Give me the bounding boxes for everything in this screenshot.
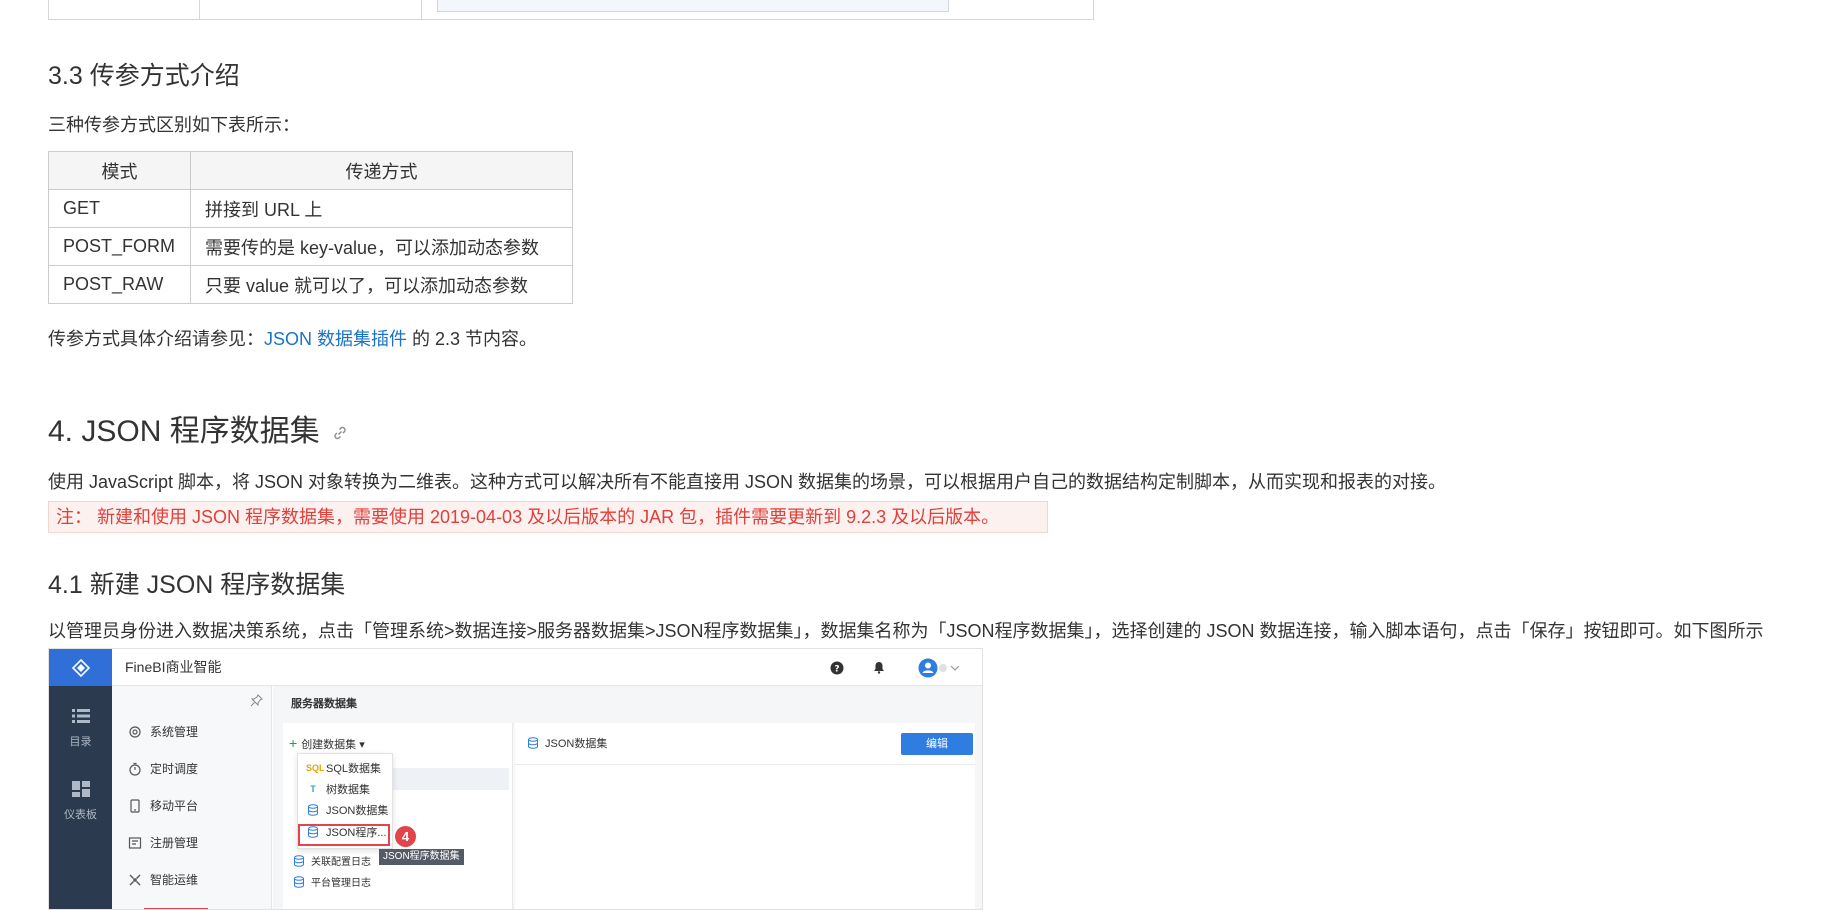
selected-row xyxy=(379,768,509,790)
section-4-1-description: 以管理员身份进入数据决策系统，点击「管理系统>数据连接>服务器数据集>JSON程… xyxy=(48,621,1764,641)
section-3-3-title: 3.3 传参方式介绍 xyxy=(48,62,240,90)
section-3-3-intro: 三种传参方式区别如下表所示： xyxy=(48,115,300,135)
table-cell: GET xyxy=(48,189,191,228)
dropdown-label: JSON数据集 xyxy=(326,805,389,817)
dataset-detail-panel: JSON数据集 编辑 xyxy=(515,723,975,909)
section-4-title: 4. JSON 程序数据集 xyxy=(48,406,348,450)
menu-item-mobile[interactable]: 移动平台 xyxy=(128,797,198,814)
tooltip: JSON程序数据集 xyxy=(379,849,464,865)
table-cell: 需要传的是 key-value，可以添加动态参数 xyxy=(190,227,573,266)
table-cell: 拼接到 URL 上 xyxy=(190,189,573,228)
app-brand: FineBI商业智能 xyxy=(125,659,222,675)
section-4-description: 使用 JavaScript 脚本，将 JSON 对象转换为二维表。这种方式可以解… xyxy=(48,472,1447,492)
register-icon xyxy=(128,836,142,849)
json-dataset-plugin-link[interactable]: JSON 数据集插件 xyxy=(264,329,407,349)
nav-label-catalog: 目录 xyxy=(69,736,92,748)
finebi-screenshot: FineBI商业智能 ? 目录 仪表板 系统管理 定时调度 移动平台 注册管理 … xyxy=(48,648,983,910)
app-content: 服务器数据集 + 创建数据集 ▾ SQL SQL数据集 T 树数据集 JSON数据集 … xyxy=(273,686,982,909)
menu-item-register[interactable]: 注册管理 xyxy=(128,834,198,851)
section-3-3-reference: 传参方式具体介绍请参见：JSON 数据集插件 的 2.3 节内容。 xyxy=(48,325,537,351)
timer-icon xyxy=(129,762,141,776)
dropdown-item-sql[interactable]: SQL SQL数据集 xyxy=(306,760,381,776)
table-cell: POST_FORM xyxy=(48,227,191,266)
menu-label: 移动平台 xyxy=(150,799,199,813)
menu-label: 系统管理 xyxy=(150,725,199,739)
tree-icon: T xyxy=(310,784,316,794)
version-note: 注： 新建和使用 JSON 程序数据集，需要使用 2019-04-03 及以后版… xyxy=(48,501,1048,533)
detail-title-label: JSON数据集 xyxy=(545,738,608,750)
dropdown-label: SQL数据集 xyxy=(326,763,382,775)
section-4-1-title: 4.1 新建 JSON 程序数据集 xyxy=(48,571,346,599)
list-item[interactable]: 关联配置日志 xyxy=(293,853,371,868)
create-dataset-label: 创建数据集 xyxy=(301,739,357,751)
menu-label: 定时调度 xyxy=(150,762,199,776)
menu-label: 注册管理 xyxy=(150,836,199,850)
nav-item-dashboard[interactable]: 仪表板 xyxy=(49,781,112,822)
previous-screenshot-fragment xyxy=(48,0,1094,20)
list-item-label: 平台管理日志 xyxy=(311,878,371,889)
svg-text:?: ? xyxy=(834,664,839,674)
table-row: GET 拼接到 URL 上 xyxy=(48,189,573,228)
mobile-icon xyxy=(130,798,140,813)
caret-down-icon: ▾ xyxy=(356,739,365,751)
gear-icon xyxy=(129,725,141,738)
table-row: POST_RAW 只要 value 就可以了，可以添加动态参数 xyxy=(48,265,573,304)
database-icon xyxy=(294,854,304,867)
detail-title: JSON数据集 xyxy=(527,735,607,751)
sql-icon: SQL xyxy=(306,763,325,773)
ops-icon xyxy=(129,874,141,885)
plus-icon: + xyxy=(289,735,298,751)
database-icon xyxy=(294,875,304,888)
list-item-label: 关联配置日志 xyxy=(311,857,371,868)
database-icon xyxy=(528,737,538,749)
highlight-box xyxy=(298,824,390,846)
reference-prefix: 传参方式具体介绍请参见： xyxy=(48,329,264,349)
divider xyxy=(515,764,975,765)
bell-icon[interactable] xyxy=(873,649,885,686)
table-header-row: 模式 传递方式 xyxy=(48,151,573,190)
dataset-list-panel: + 创建数据集 ▾ SQL SQL数据集 T 树数据集 JSON数据集 JSON程序.… xyxy=(283,723,513,909)
table-header-mode: 模式 xyxy=(48,151,191,190)
help-icon[interactable]: ? xyxy=(830,649,844,686)
dropdown-item-tree[interactable]: T 树数据集 xyxy=(306,781,370,797)
content-title: 服务器数据集 xyxy=(291,698,357,710)
list-item[interactable]: 平台管理日志 xyxy=(293,874,371,889)
dropdown-label: 树数据集 xyxy=(326,784,370,796)
table-cell: 只要 value 就可以了，可以添加动态参数 xyxy=(190,265,573,304)
section-4-title-text: 4. JSON 程序数据集 xyxy=(48,415,320,448)
nav-label-dashboard: 仪表板 xyxy=(64,809,97,821)
list-icon xyxy=(71,709,90,723)
app-topbar: FineBI商业智能 ? xyxy=(49,649,982,686)
app-left-nav: 目录 仪表板 xyxy=(49,686,112,909)
database-icon xyxy=(308,804,318,816)
reference-suffix: 的 2.3 节内容。 xyxy=(407,329,538,349)
nav-item-catalog[interactable]: 目录 xyxy=(49,708,112,749)
edit-button[interactable]: 编辑 xyxy=(901,733,973,755)
menu-item-ops[interactable]: 智能运维 xyxy=(128,871,198,888)
menu-label: 智能运维 xyxy=(150,873,199,887)
pin-icon[interactable] xyxy=(250,694,263,707)
table-row: POST_FORM 需要传的是 key-value，可以添加动态参数 xyxy=(48,227,573,266)
menu-item-system[interactable]: 系统管理 xyxy=(128,723,198,740)
dashboard-icon xyxy=(71,781,90,797)
table-cell: POST_RAW xyxy=(48,265,191,304)
step-badge: 4 xyxy=(395,826,416,847)
app-menu: 系统管理 定时调度 移动平台 注册管理 智能运维 xyxy=(112,686,272,909)
table-header-method: 传递方式 xyxy=(190,151,573,190)
avatar-icon[interactable] xyxy=(918,649,964,686)
app-logo-icon xyxy=(49,649,112,686)
param-modes-table: 模式 传递方式 GET 拼接到 URL 上 POST_FORM 需要传的是 ke… xyxy=(48,151,573,304)
link-icon[interactable] xyxy=(332,425,348,441)
create-dataset-button[interactable]: + 创建数据集 ▾ xyxy=(289,735,365,752)
dropdown-item-json[interactable]: JSON数据集 xyxy=(306,802,388,818)
menu-item-schedule[interactable]: 定时调度 xyxy=(128,760,198,777)
